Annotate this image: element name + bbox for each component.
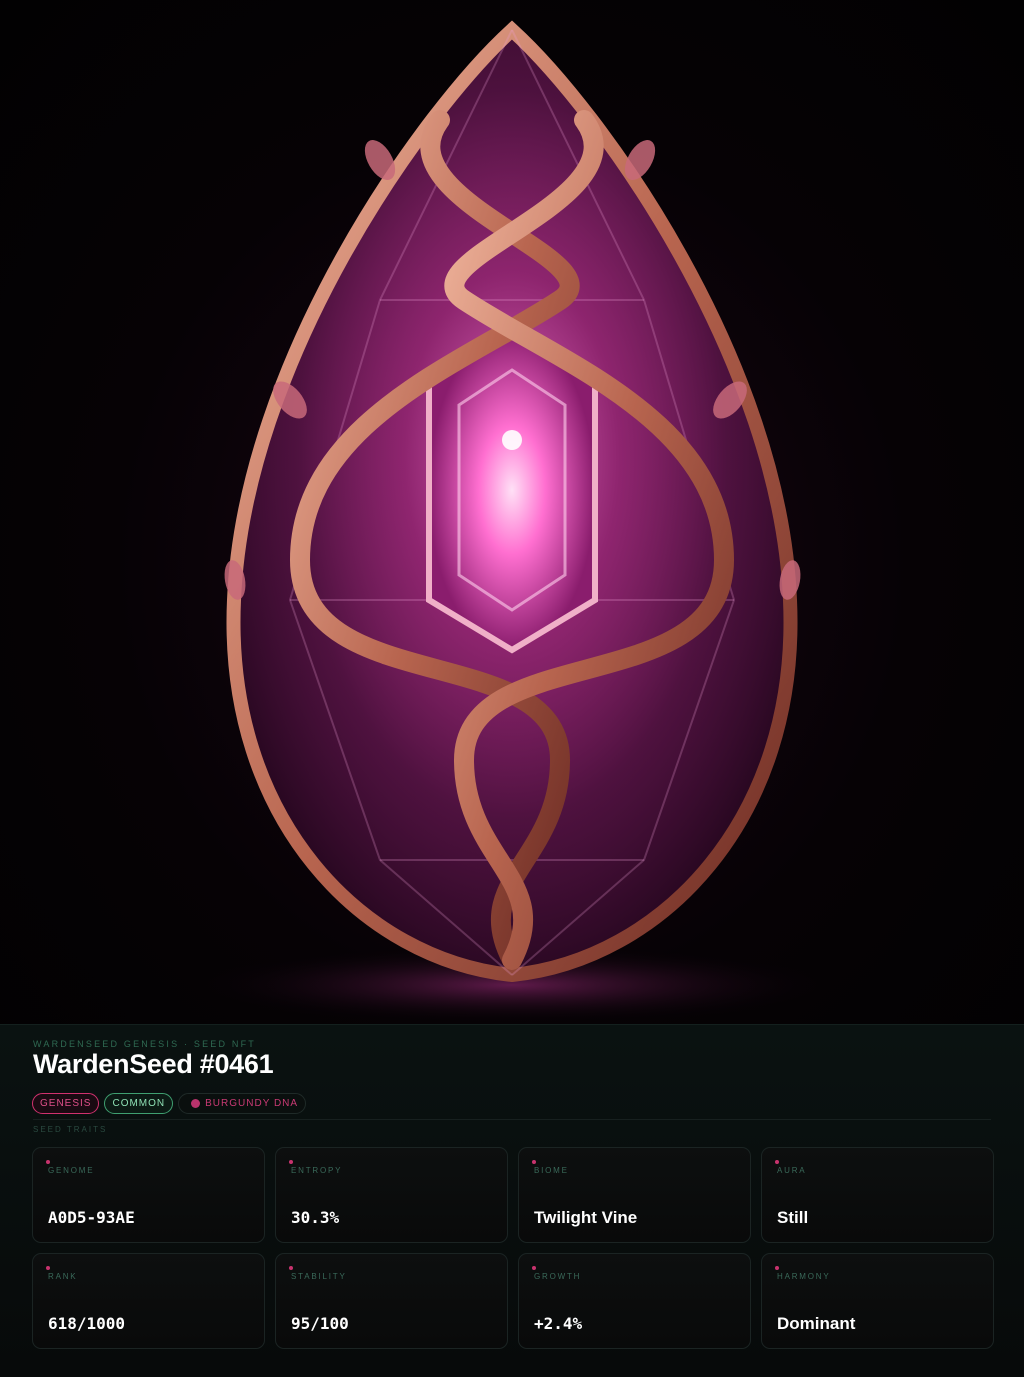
badge-label: BURGUNDY DNA: [205, 1098, 299, 1109]
dna-color-dot-icon: [191, 1099, 201, 1108]
trait-card-genome: GENOME A0D5-93AE: [32, 1147, 265, 1243]
badge-label: GENESIS: [40, 1098, 92, 1109]
seed-artwork: [0, 0, 1024, 1024]
trait-dot-icon: [46, 1266, 50, 1270]
trait-card-aura: AURA Still: [761, 1147, 994, 1243]
trait-value: 30.3%: [291, 1208, 340, 1227]
trait-value: A0D5-93AE: [48, 1208, 135, 1227]
seed-title: WardenSeed #0461: [33, 1049, 274, 1079]
trait-card-stability: STABILITY 95/100: [275, 1253, 508, 1349]
trait-label: GENOME: [48, 1166, 95, 1175]
trait-dot-icon: [289, 1160, 293, 1164]
trait-dot-icon: [289, 1266, 293, 1270]
trait-label: AURA: [777, 1166, 807, 1175]
traits-section-label: SEED TRAITS: [33, 1125, 108, 1134]
trait-value: Twilight Vine: [534, 1208, 638, 1227]
trait-label: BIOME: [534, 1166, 569, 1175]
trait-card-entropy: ENTROPY 30.3%: [275, 1147, 508, 1243]
collection-eyebrow: WARDENSEED GENESIS · SEED NFT: [33, 1039, 256, 1049]
divider: [33, 1119, 991, 1120]
trait-card-rank: RANK 618/1000: [32, 1253, 265, 1349]
rarity-badge: COMMON: [104, 1093, 174, 1114]
traits-grid: GENOME A0D5-93AE ENTROPY 30.3% BIOME Twi…: [32, 1147, 994, 1349]
trait-label: GROWTH: [534, 1272, 582, 1281]
trait-dot-icon: [775, 1160, 779, 1164]
trait-value: 618/1000: [48, 1314, 126, 1333]
trait-card-biome: BIOME Twilight Vine: [518, 1147, 751, 1243]
trait-value: 95/100: [291, 1314, 349, 1333]
trait-value: Dominant: [777, 1314, 856, 1333]
badge-row: GENESIS COMMON BURGUNDY DNA: [32, 1093, 307, 1114]
seed-details-panel: WARDENSEED GENESIS · SEED NFT WardenSeed…: [0, 1024, 1024, 1377]
trait-dot-icon: [532, 1160, 536, 1164]
trait-dot-icon: [46, 1160, 50, 1164]
trait-dot-icon: [532, 1266, 536, 1270]
trait-dot-icon: [775, 1266, 779, 1270]
genesis-badge: GENESIS: [32, 1093, 100, 1114]
trait-value: Still: [777, 1208, 809, 1227]
trait-card-growth: GROWTH +2.4%: [518, 1253, 751, 1349]
trait-card-harmony: HARMONY Dominant: [761, 1253, 994, 1349]
crystal-seed-illustration: [182, 20, 842, 1024]
dna-badge: BURGUNDY DNA: [178, 1093, 307, 1114]
trait-label: RANK: [48, 1272, 78, 1281]
trait-label: ENTROPY: [291, 1166, 343, 1175]
trait-label: STABILITY: [291, 1272, 347, 1281]
trait-value: +2.4%: [534, 1314, 583, 1333]
trait-label: HARMONY: [777, 1272, 831, 1281]
badge-label: COMMON: [112, 1098, 166, 1109]
